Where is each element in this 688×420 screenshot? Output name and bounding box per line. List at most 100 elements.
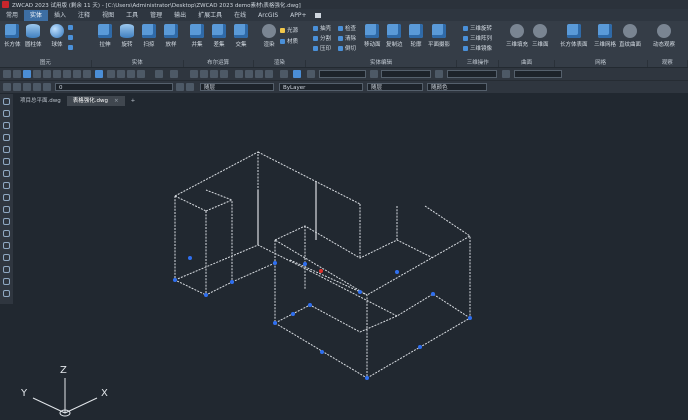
close-tab-icon[interactable]: ×: [114, 96, 119, 106]
color-circle-icon[interactable]: [293, 70, 301, 78]
layer-manager-icon[interactable]: [3, 83, 11, 91]
3d-array-button[interactable]: 三维阵列: [463, 34, 492, 42]
properties-icon[interactable]: [235, 70, 243, 78]
cone-button[interactable]: [68, 25, 75, 30]
cloud-tool-icon[interactable]: [3, 182, 10, 189]
style-icon[interactable]: [307, 70, 315, 78]
export-icon[interactable]: [73, 70, 81, 78]
ribbon-toggle-button[interactable]: [313, 10, 323, 21]
3d-rotate-button[interactable]: 三维旋转: [463, 24, 492, 32]
tab-annotate[interactable]: 注释: [72, 10, 96, 21]
rectangle-tool-icon[interactable]: [3, 146, 10, 153]
sweep-button[interactable]: 扫掠: [142, 24, 156, 48]
mleader-style-icon[interactable]: [502, 70, 510, 78]
orbit-button[interactable]: 动态观察: [653, 24, 675, 48]
new-file-icon[interactable]: [3, 70, 11, 78]
box-surface-button[interactable]: 长方体表面: [560, 24, 588, 48]
polygon-tool-icon[interactable]: [3, 134, 10, 141]
table-tool-icon[interactable]: [3, 290, 10, 297]
ellipse-arc-tool-icon[interactable]: [3, 218, 10, 225]
redo-icon[interactable]: [170, 70, 178, 78]
new-tab-button[interactable]: +: [125, 96, 142, 106]
union-button[interactable]: 并集: [190, 24, 204, 48]
revolve-button[interactable]: 旋转: [120, 24, 134, 48]
hatch-tool-icon[interactable]: [3, 266, 10, 273]
match-properties-icon[interactable]: [137, 70, 145, 78]
tab-ext-tools[interactable]: 扩展工具: [192, 10, 228, 21]
grip-point[interactable]: [204, 293, 208, 297]
tab-solid[interactable]: 实体: [24, 10, 49, 21]
make-current-icon[interactable]: [176, 83, 184, 91]
grip-point[interactable]: [468, 316, 472, 320]
arc-tool-icon[interactable]: [3, 122, 10, 129]
paste-icon[interactable]: [127, 70, 135, 78]
doc-tab-table-enhance[interactable]: 表格强化 .dwg ×: [66, 95, 125, 106]
chamfer-button[interactable]: 倒切: [338, 44, 356, 52]
cut-icon[interactable]: [107, 70, 115, 78]
spline-tool-icon[interactable]: [3, 194, 10, 201]
save-icon[interactable]: [23, 70, 31, 78]
3d-face-button[interactable]: 三维面: [532, 24, 549, 48]
3d-mesh-button[interactable]: 三维网格: [594, 24, 616, 48]
layer-freeze-icon[interactable]: [43, 83, 51, 91]
loft-button[interactable]: 放样: [164, 24, 178, 48]
plot-style-dropdown[interactable]: 随颜色: [427, 83, 487, 91]
lineweight-dropdown[interactable]: 随层: [367, 83, 423, 91]
zoom-window-icon[interactable]: [210, 70, 218, 78]
subtract-button[interactable]: 差集: [212, 24, 226, 48]
intersect-button[interactable]: 交集: [234, 24, 248, 48]
extrude-button[interactable]: 拉伸: [98, 24, 112, 48]
dim-style-icon[interactable]: [370, 70, 378, 78]
selected-grip-point[interactable]: [319, 269, 323, 273]
ruled-surface-button[interactable]: 直纹曲面: [619, 24, 641, 48]
check-button[interactable]: 检查: [338, 24, 356, 32]
open-file-icon[interactable]: [13, 70, 21, 78]
flatshot-button[interactable]: 平面摄影: [428, 24, 450, 48]
shell-button[interactable]: 抽壳: [313, 24, 331, 32]
circle-tool-icon[interactable]: [3, 170, 10, 177]
design-center-icon[interactable]: [95, 70, 103, 78]
layer-props-icon[interactable]: [245, 70, 253, 78]
copy-icon[interactable]: [117, 70, 125, 78]
tab-output[interactable]: 输出: [168, 10, 192, 21]
grip-point[interactable]: [230, 280, 234, 284]
grip-point[interactable]: [188, 256, 192, 260]
plot-icon[interactable]: [63, 70, 71, 78]
import-icon[interactable]: [83, 70, 91, 78]
tab-manage[interactable]: 管理: [144, 10, 168, 21]
print-icon[interactable]: [33, 70, 41, 78]
render-button[interactable]: 渲染: [262, 24, 276, 48]
tab-tools[interactable]: 工具: [120, 10, 144, 21]
pan-icon[interactable]: [190, 70, 198, 78]
table-style-dropdown[interactable]: [447, 70, 497, 78]
grip-point[interactable]: [273, 321, 277, 325]
grip-point[interactable]: [320, 350, 324, 354]
profile-button[interactable]: 轮廓: [409, 24, 423, 48]
table-icon[interactable]: [265, 70, 273, 78]
grip-point[interactable]: [308, 303, 312, 307]
layer-dropdown[interactable]: 0: [55, 83, 173, 91]
grip-point[interactable]: [431, 292, 435, 296]
layer-match-icon[interactable]: [186, 83, 194, 91]
tab-online[interactable]: 在线: [228, 10, 252, 21]
light-button[interactable]: 光源: [280, 26, 298, 34]
box-button[interactable]: 长方体: [4, 24, 21, 48]
publish-icon[interactable]: [53, 70, 61, 78]
line-tool-icon[interactable]: [3, 98, 10, 105]
torus-button[interactable]: [68, 45, 75, 50]
dim-style-dropdown[interactable]: [381, 70, 431, 78]
grip-point[interactable]: [173, 278, 177, 282]
zoom-realtime-icon[interactable]: [200, 70, 208, 78]
make-block-icon[interactable]: [3, 242, 10, 249]
linetype-dropdown[interactable]: ByLayer: [279, 83, 363, 91]
3d-mirror-button[interactable]: 三维镜像: [463, 44, 492, 52]
3d-fill-button[interactable]: 三维填充: [506, 24, 528, 48]
color-dropdown[interactable]: 随层: [200, 83, 274, 91]
mleader-style-dropdown[interactable]: [514, 70, 562, 78]
layer-state-icon[interactable]: [13, 83, 21, 91]
grip-point[interactable]: [303, 262, 307, 266]
insert-block-icon[interactable]: [3, 230, 10, 237]
calculator-icon[interactable]: [280, 70, 288, 78]
tab-arcgis[interactable]: ArcGIS: [252, 10, 284, 21]
zoom-previous-icon[interactable]: [220, 70, 228, 78]
